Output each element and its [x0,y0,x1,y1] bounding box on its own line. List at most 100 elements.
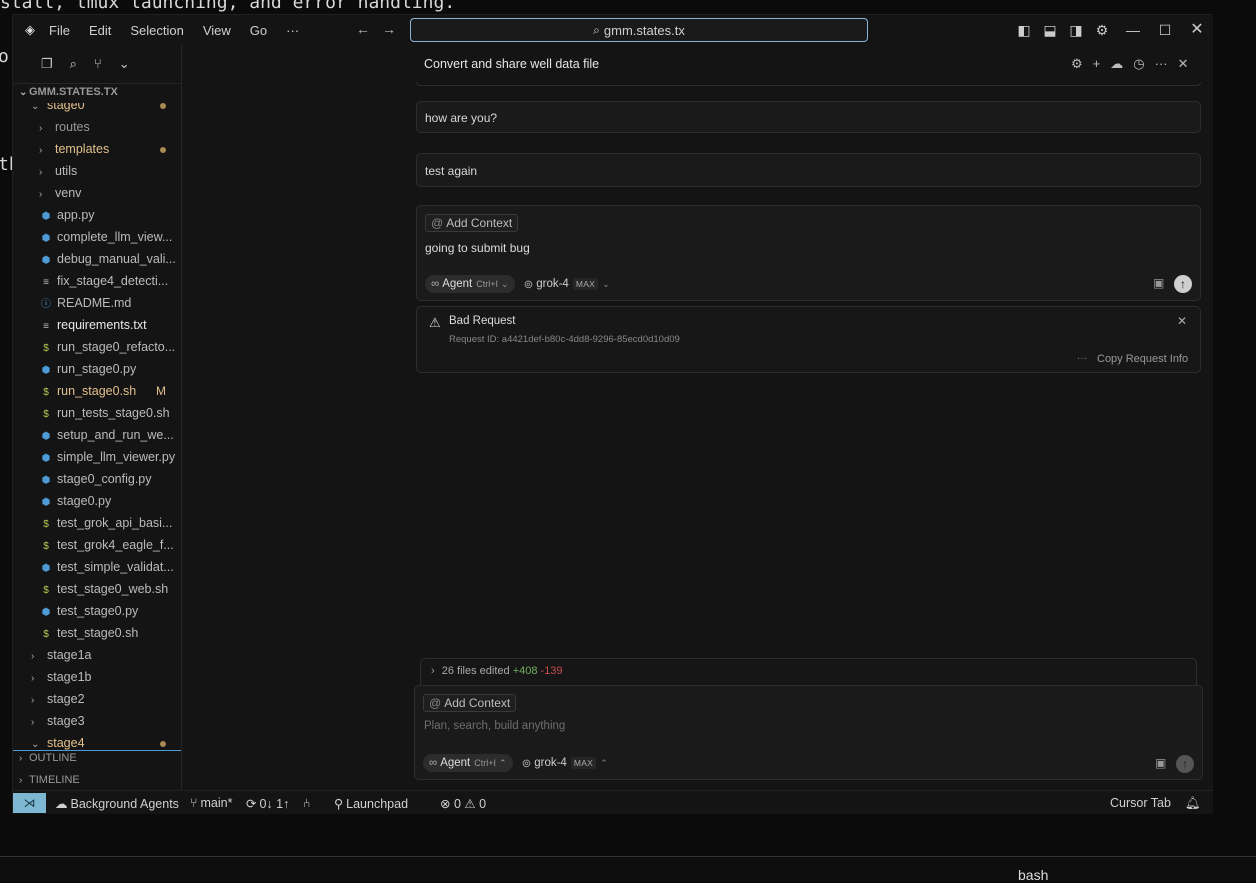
file-item[interactable]: ⓘ README.md [39,292,181,314]
sh-file-icon: $ [43,541,49,552]
menu-item[interactable]: Go [250,23,267,38]
maximize-icon[interactable]: ☐ [1157,22,1173,38]
sh-file-icon: $ [43,585,49,596]
file-item[interactable]: ⬢ complete_llm_view... [39,226,181,248]
files-icon[interactable]: ❐ [41,56,53,72]
minimize-icon[interactable]: — [1125,22,1141,38]
folder-item[interactable]: › utils [39,160,181,182]
toggle-sidebar-icon[interactable]: ◧ [1016,22,1032,38]
branch-button[interactable]: ⑂ main* [190,796,232,810]
model-dropdown[interactable]: ⊚ grok-4 MAX ⌄ [524,277,610,291]
editor-window: ◈ File Edit Selection View Go ··· ← → ⌕ gmm.s… [12,14,1213,814]
composer-edit[interactable]: @ Add Context going to submit bug ∞ Agent C… [416,205,1201,301]
agent-mode-dropdown[interactable]: ∞ Agent Ctrl+I ⌃ [423,754,513,772]
file-item[interactable]: ⬢ test_stage0.py [39,600,181,622]
file-item[interactable]: $ test_grok4_eagle_f... [39,534,181,556]
agent-mode-dropdown[interactable]: ∞ Agent Ctrl+I ⌄ [425,275,515,293]
explorer-root[interactable]: ⌄ GMM.STATES.TX [19,81,118,103]
add-context-button[interactable]: @ Add Context [423,694,517,712]
folder-item[interactable]: › stage2 [31,688,181,710]
back-arrow-icon[interactable]: ← [356,21,370,37]
copy-request-info-button[interactable]: Copy Request Info [1097,353,1188,365]
composer-main[interactable]: @ Add Context Plan, search, build anythin… [414,685,1203,780]
tree-item-label: stage3 [47,714,85,728]
file-item[interactable]: $ run_stage0_refacto... [39,336,181,358]
user-message[interactable]: how are you? [416,101,1201,133]
launchpad-button[interactable]: ⚲ Launchpad [334,796,408,811]
bell-icon[interactable]: 🔔︎ [1185,796,1201,811]
chevron-down-icon[interactable]: ⌄ [119,56,130,72]
file-item[interactable]: ⬢ stage0.py [39,490,181,512]
more-icon[interactable]: ··· [1077,353,1087,364]
problems-button[interactable]: ⊗ 0 ⚠ 0 [440,796,486,811]
more-icon[interactable]: ··· [1155,56,1168,72]
folder-item[interactable]: › stage3 [31,710,181,732]
folder-item[interactable]: › stage1b [31,666,181,688]
outline-section[interactable]: › OUTLINE [19,747,77,769]
warning-icon: ⚠ [464,797,476,811]
menu-item[interactable]: Selection [130,23,183,38]
command-search-input[interactable]: ⌕ gmm.states.tx [410,18,868,42]
file-item[interactable]: $ run_stage0.sh M [39,380,181,402]
file-item[interactable]: ≡ requirements.txt [39,314,181,336]
file-item[interactable]: $ test_grok_api_basi... [39,512,181,534]
file-item[interactable]: ⬢ debug_manual_vali... [39,248,181,270]
image-icon[interactable]: ▣ [1155,756,1166,770]
tree-item-label: stage0 [47,103,85,112]
menu-item[interactable]: ··· [286,23,299,38]
folder-item[interactable]: › templates [39,138,181,160]
file-item[interactable]: ≡ fix_stage4_detecti... [39,270,181,292]
git-graph-icon[interactable]: ⑃ [303,796,311,810]
close-icon[interactable]: ✕ [1178,56,1189,72]
folder-item[interactable]: › routes [39,116,181,138]
source-control-icon[interactable]: ⑂ [94,56,102,72]
user-message[interactable]: test again [416,153,1201,187]
toggle-panel-icon[interactable]: ⬓ [1042,22,1058,38]
files-edited-bar[interactable]: › 26 files edited +408 -139 [420,658,1197,688]
history-icon[interactable]: ◷ [1133,56,1144,72]
file-item[interactable]: ⬢ stage0_config.py [39,468,181,490]
txt-file-icon: ≡ [43,321,49,332]
cursor-tab-button[interactable]: Cursor Tab [1110,796,1171,810]
remote-icon[interactable]: ⋊ [13,793,46,813]
error-icon: ⊗ [440,797,451,811]
composer-input[interactable]: Plan, search, build anything [424,720,1124,732]
settings-gear-icon[interactable]: ⚙ [1094,22,1110,38]
tree-item-label: stage0.py [57,494,112,508]
file-item[interactable]: ⬢ test_simple_validat... [39,556,181,578]
send-button[interactable]: ↑ [1176,755,1194,773]
file-item[interactable]: $ test_stage0_web.sh [39,578,181,600]
toggle-secondary-sidebar-icon[interactable]: ◨ [1068,22,1084,38]
file-item[interactable]: $ test_stage0.sh [39,622,181,644]
plus-icon[interactable]: + [1093,56,1101,72]
search-icon[interactable]: ⌕ [70,56,77,72]
close-window-icon[interactable]: ✕ [1189,22,1205,38]
chevron-right-icon: › [39,189,43,200]
cloud-icon[interactable]: ☁ [1110,56,1123,72]
menu-bar: File Edit Selection View Go ··· [49,23,318,38]
settings-icon[interactable]: ⚙ [1071,56,1083,72]
folder-item[interactable]: ⌄ stage0 [31,103,181,116]
background-agents-button[interactable]: ☁ Background Agents [55,796,179,811]
close-icon[interactable]: ✕ [1177,314,1187,328]
file-item[interactable]: ⬢ app.py [39,204,181,226]
add-context-button[interactable]: @ Add Context [425,214,519,232]
model-dropdown[interactable]: ⊚ grok-4 MAX ⌃ [522,756,608,770]
file-item[interactable]: ⬢ run_stage0.py [39,358,181,380]
composer-text[interactable]: going to submit bug [425,241,530,255]
forward-arrow-icon[interactable]: → [382,21,396,37]
image-icon[interactable]: ▣ [1153,276,1164,290]
menu-item[interactable]: Edit [89,23,111,38]
folder-item[interactable]: › stage1a [31,644,181,666]
sync-button[interactable]: ⟳ 0↓ 1↑ [246,796,289,811]
file-item[interactable]: $ run_tests_stage0.sh [39,402,181,424]
file-item[interactable]: ⬢ setup_and_run_we... [39,424,181,446]
menu-item[interactable]: File [49,23,70,38]
tree-item-label: stage1b [47,670,92,684]
timeline-section[interactable]: › TIMELINE [19,769,80,790]
status-bar: ⋊ ☁ Background Agents ⑂ main* ⟳ 0↓ 1↑ ⑃ ⚲ La… [13,790,1213,814]
menu-item[interactable]: View [203,23,231,38]
folder-item[interactable]: › venv [39,182,181,204]
file-item[interactable]: ⬢ simple_llm_viewer.py [39,446,181,468]
send-button[interactable]: ↑ [1174,275,1192,293]
